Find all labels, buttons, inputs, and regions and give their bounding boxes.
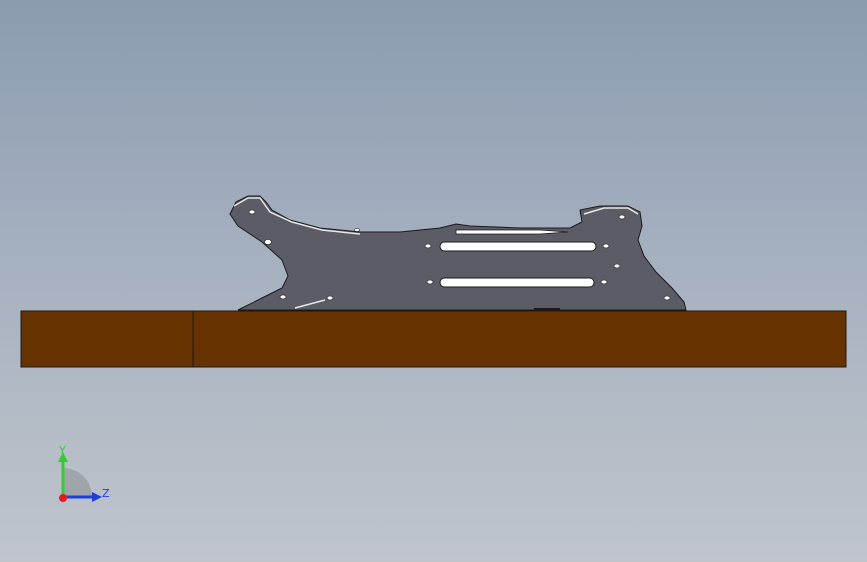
top-slot [455, 229, 569, 235]
graphics-viewport[interactable]: Y Z [0, 0, 867, 562]
y-axis-label: Y [58, 444, 66, 457]
pickup-slot-neck [439, 241, 597, 252]
z-axis-arrow [92, 492, 102, 502]
triad-quadrant [63, 468, 92, 497]
board-right-block [192, 310, 847, 368]
board-left-block [20, 310, 194, 368]
x-axis-dot [59, 494, 67, 502]
pickguard-plate[interactable] [229, 195, 687, 311]
z-axis-label: Z [102, 487, 110, 500]
pickguard-body [229, 195, 687, 311]
wood-board[interactable] [20, 310, 847, 368]
axis-triad: Y Z [58, 444, 110, 502]
pickup-slot-middle [439, 277, 595, 288]
model-scene [20, 195, 847, 368]
